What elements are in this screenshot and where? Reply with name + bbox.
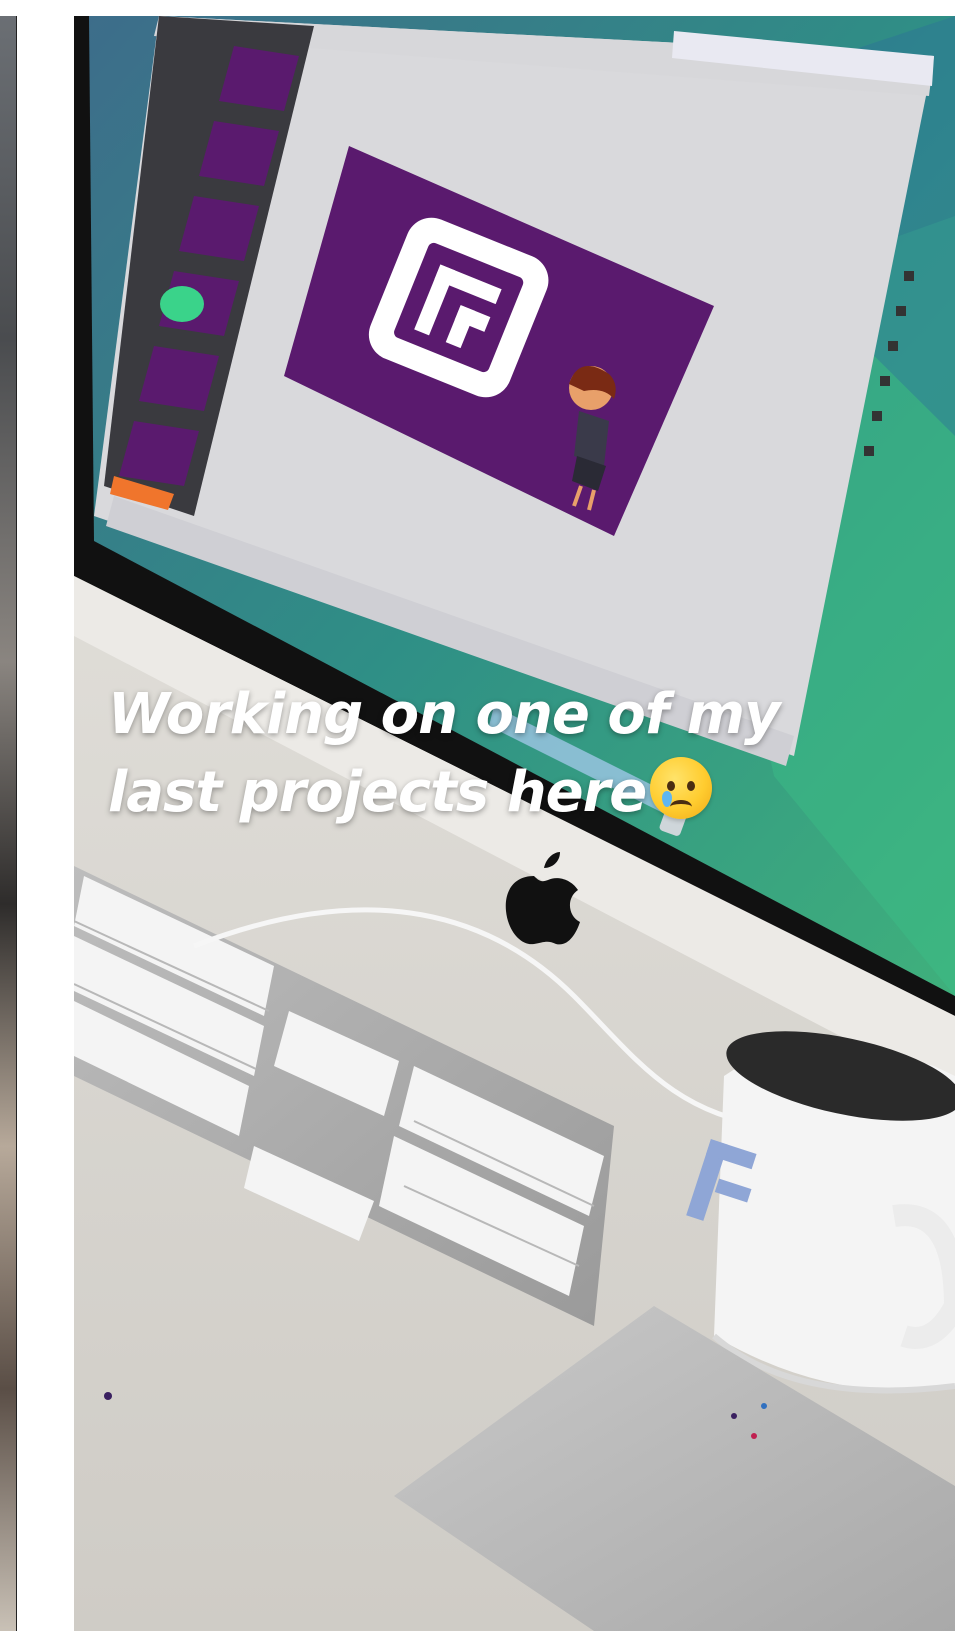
crying-face-emoji-icon xyxy=(650,757,713,819)
apple-logo-icon xyxy=(505,876,580,945)
caption-line-2-text: last projects here xyxy=(108,760,647,825)
story-caption: Working on one of my last projects here xyxy=(108,676,928,832)
story-photo: Working on one of my last projects here xyxy=(74,16,955,1631)
caption-line-1: Working on one of my xyxy=(108,682,781,747)
adjacent-story-preview xyxy=(0,16,17,1631)
caption-line-2: last projects here xyxy=(108,754,928,832)
